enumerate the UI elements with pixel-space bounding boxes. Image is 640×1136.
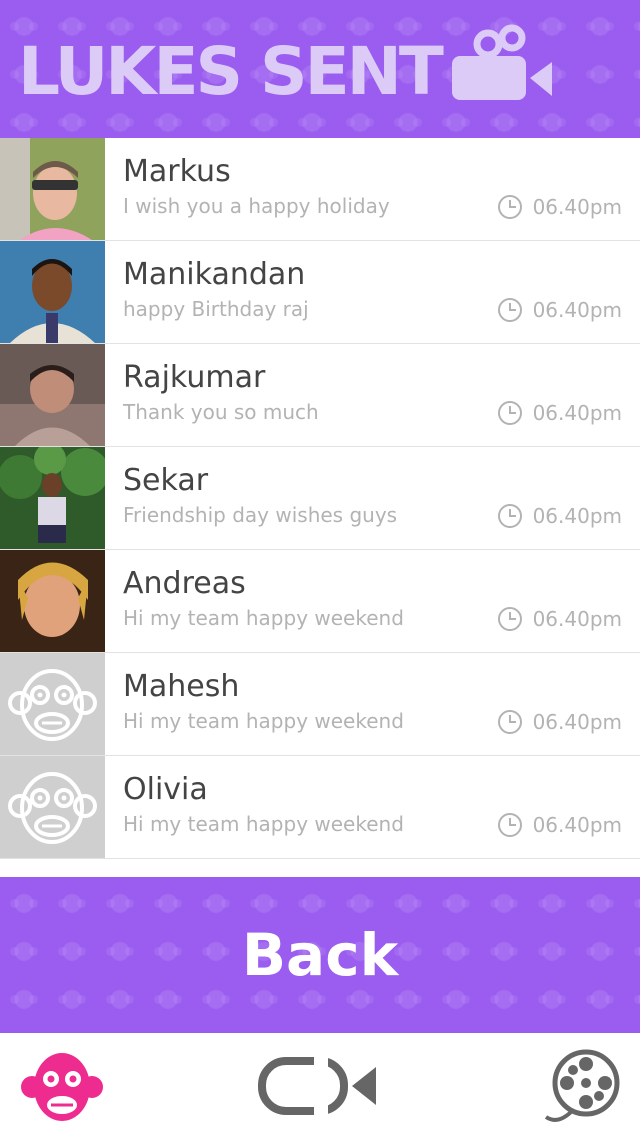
timestamp: 06.40pm — [497, 400, 622, 426]
clock-icon — [497, 195, 522, 219]
list-item[interactable]: Sekar Friendship day wishes guys 06.40pm — [0, 447, 640, 550]
time-label: 06.40pm — [532, 298, 622, 322]
avatar — [0, 756, 105, 858]
video-camera-icon[interactable] — [258, 1055, 380, 1117]
clock-icon — [497, 504, 522, 528]
time-label: 06.40pm — [532, 813, 622, 837]
contact-name: Rajkumar — [123, 360, 266, 395]
list-item[interactable]: Manikandan happy Birthday raj 06.40pm — [0, 241, 640, 344]
list-item[interactable]: Andreas Hi my team happy weekend 06.40pm — [0, 550, 640, 653]
timestamp: 06.40pm — [497, 606, 622, 632]
timestamp: 06.40pm — [497, 194, 622, 220]
sent-list: Markus I wish you a happy holiday 06.40p… — [0, 138, 640, 860]
contact-name: Manikandan — [123, 257, 306, 292]
back-button-label: Back — [241, 921, 399, 989]
video-camera-icon — [452, 24, 552, 100]
avatar — [0, 138, 105, 240]
list-item[interactable]: Olivia Hi my team happy weekend 06.40pm — [0, 756, 640, 859]
list-item[interactable]: Mahesh Hi my team happy weekend 06.40pm — [0, 653, 640, 756]
back-button[interactable]: Back — [0, 877, 640, 1033]
film-reel-icon[interactable] — [542, 1047, 622, 1127]
timestamp: 06.40pm — [497, 709, 622, 735]
timestamp: 06.40pm — [497, 812, 622, 838]
avatar — [0, 241, 105, 343]
contact-name: Andreas — [123, 566, 246, 601]
contact-name: Mahesh — [123, 669, 240, 704]
time-label: 06.40pm — [532, 710, 622, 734]
header: LUKES SENT — [0, 0, 640, 138]
message-preview: happy Birthday raj — [123, 297, 309, 321]
time-label: 06.40pm — [532, 195, 622, 219]
page-title: LUKES SENT — [18, 33, 444, 110]
list-item[interactable]: Rajkumar Thank you so much 06.40pm — [0, 344, 640, 447]
divider — [0, 860, 640, 877]
message-preview: Thank you so much — [123, 400, 319, 424]
time-label: 06.40pm — [532, 607, 622, 631]
message-preview: Hi my team happy weekend — [123, 709, 404, 733]
contact-name: Markus — [123, 154, 231, 189]
avatar — [0, 344, 105, 446]
avatar — [0, 653, 105, 755]
clock-icon — [497, 813, 522, 837]
message-preview: Hi my team happy weekend — [123, 606, 404, 630]
tab-bar — [0, 1033, 640, 1136]
time-label: 06.40pm — [532, 504, 622, 528]
clock-icon — [497, 298, 522, 322]
timestamp: 06.40pm — [497, 503, 622, 529]
message-preview: Hi my team happy weekend — [123, 812, 404, 836]
message-preview: I wish you a happy holiday — [123, 194, 390, 218]
avatar — [0, 550, 105, 652]
list-item[interactable]: Markus I wish you a happy holiday 06.40p… — [0, 138, 640, 241]
contact-name: Olivia — [123, 772, 208, 807]
time-label: 06.40pm — [532, 401, 622, 425]
clock-icon — [497, 607, 522, 631]
monkey-icon[interactable] — [20, 1047, 104, 1125]
contact-name: Sekar — [123, 463, 209, 498]
monkey-placeholder-icon — [8, 772, 97, 844]
monkey-placeholder-icon — [8, 669, 97, 741]
message-preview: Friendship day wishes guys — [123, 503, 398, 527]
avatar — [0, 447, 105, 549]
clock-icon — [497, 401, 522, 425]
clock-icon — [497, 710, 522, 734]
timestamp: 06.40pm — [497, 297, 622, 323]
